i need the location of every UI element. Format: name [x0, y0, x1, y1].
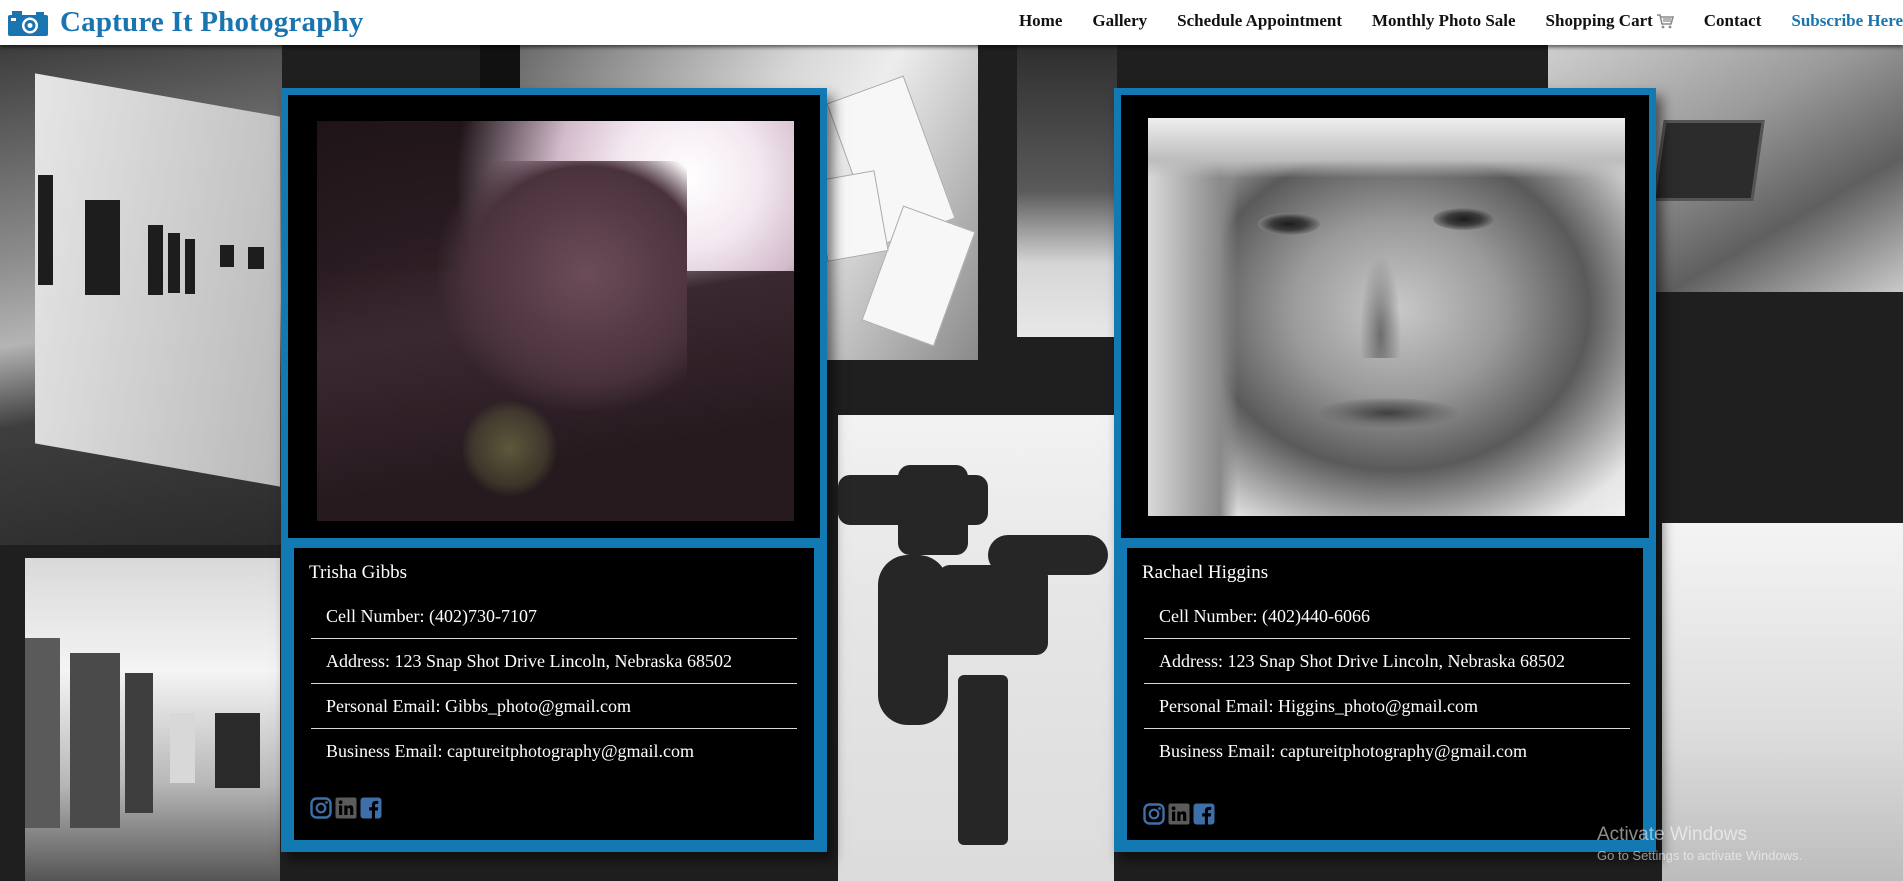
- watermark-title: Activate Windows: [1597, 824, 1747, 845]
- address: Address: 123 Snap Shot Drive Lincoln, Ne…: [311, 639, 797, 684]
- nav-subscribe[interactable]: Subscribe Here: [1791, 11, 1903, 31]
- studio-shelf-photo: [1017, 45, 1117, 337]
- instagram-icon[interactable]: [310, 797, 332, 819]
- rachael-portrait-photo: [1148, 118, 1625, 516]
- personal-email: Personal Email: Higgins_photo@gmail.com: [1144, 684, 1630, 729]
- nav-contact[interactable]: Contact: [1704, 11, 1762, 31]
- site-header: Capture It Photography Home Gallery Sche…: [0, 0, 1903, 45]
- contact-details-list: Cell Number: (402)730-7107 Address: 123 …: [311, 594, 797, 774]
- social-links: [1143, 803, 1215, 825]
- main-nav: Home Gallery Schedule Appointment Monthl…: [1019, 0, 1903, 42]
- facebook-icon[interactable]: [1193, 803, 1215, 825]
- nav-home[interactable]: Home: [1019, 11, 1062, 31]
- photo-frame: [1121, 95, 1649, 538]
- address: Address: 123 Snap Shot Drive Lincoln, Ne…: [1144, 639, 1630, 684]
- person-name: Trisha Gibbs: [309, 562, 408, 583]
- camera-logo-icon: [8, 11, 48, 36]
- nav-schedule-appointment[interactable]: Schedule Appointment: [1177, 11, 1342, 31]
- gallery-hallway-photo: [0, 45, 282, 545]
- facebook-icon[interactable]: [360, 797, 382, 819]
- photo-frame: [288, 95, 820, 538]
- contact-card-trisha: Trisha Gibbs Cell Number: (402)730-7107 …: [281, 88, 827, 852]
- nav-gallery[interactable]: Gallery: [1092, 11, 1147, 31]
- brand[interactable]: Capture It Photography: [6, 4, 364, 40]
- instagram-icon[interactable]: [1143, 803, 1165, 825]
- contact-info-panel: Rachael Higgins Cell Number: (402)440-60…: [1127, 548, 1643, 840]
- cell-number: Cell Number: (402)440-6066: [1144, 594, 1630, 639]
- linkedin-icon[interactable]: [335, 797, 357, 819]
- business-email: Business Email: captureitphotography@gma…: [1159, 741, 1528, 761]
- nav-shopping-cart[interactable]: Shopping Cart: [1546, 11, 1674, 31]
- contact-details-list: Cell Number: (402)440-6066 Address: 123 …: [1144, 594, 1630, 774]
- shopping-cart-icon: [1656, 14, 1674, 29]
- nav-shopping-cart-label: Shopping Cart: [1545, 11, 1653, 30]
- nav-monthly-photo-sale[interactable]: Monthly Photo Sale: [1372, 11, 1516, 31]
- person-name: Rachael Higgins: [1142, 562, 1269, 583]
- site-title: Capture It Photography: [60, 5, 364, 38]
- personal-email: Personal Email: Gibbs_photo@gmail.com: [311, 684, 797, 729]
- watermark-subtitle: Go to Settings to activate Windows.: [1597, 848, 1803, 863]
- social-links: [310, 797, 382, 819]
- cell-number: Cell Number: (402)730-7107: [311, 594, 797, 639]
- linkedin-icon[interactable]: [1168, 803, 1190, 825]
- trisha-portrait-photo: [317, 121, 794, 521]
- camera-gimbal-photo: [838, 415, 1114, 881]
- contact-info-panel: Trisha Gibbs Cell Number: (402)730-7107 …: [294, 548, 814, 840]
- activate-windows-watermark: Activate Windows Go to Settings to activ…: [1597, 824, 1802, 863]
- contact-card-rachael: Rachael Higgins Cell Number: (402)440-60…: [1114, 88, 1656, 852]
- gallery-room-photo: [25, 558, 280, 881]
- business-email: Business Email: captureitphotography@gma…: [326, 741, 695, 761]
